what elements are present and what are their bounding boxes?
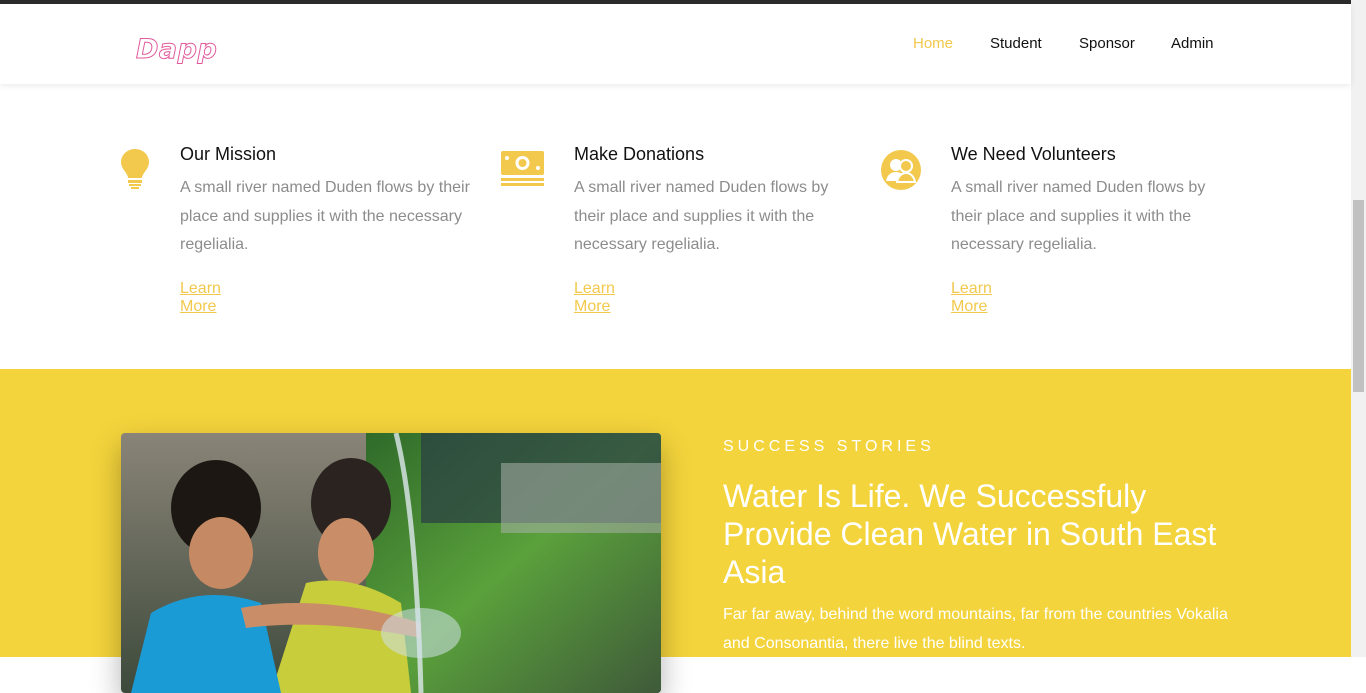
feature-text: A small river named Duden flows by their… xyxy=(180,179,470,253)
feature-title: We Need Volunteers xyxy=(951,144,1116,164)
feature-title: Our Mission xyxy=(180,144,277,164)
section-kicker: SUCCESS STORIES xyxy=(723,438,935,455)
nav-home[interactable]: Home xyxy=(913,35,953,52)
success-stories-section: SUCCESS STORIES Water Is Life. We Succes… xyxy=(0,369,1351,693)
brand-logo[interactable]: Dapp xyxy=(135,34,217,66)
learn-more-link[interactable]: Learn More xyxy=(951,280,992,316)
learn-more-link[interactable]: Learn More xyxy=(180,280,221,316)
navbar: Dapp Home Student Sponsor Admin xyxy=(0,4,1351,84)
section-headline: Water Is Life. We Successfuly Provide Cl… xyxy=(723,478,1217,590)
scrollbar-thumb[interactable] xyxy=(1353,200,1364,392)
section-text: Far far away, behind the word mountains,… xyxy=(723,606,1228,652)
page-scrollbar[interactable] xyxy=(1351,0,1366,657)
feature-text: A small river named Duden flows by their… xyxy=(574,179,829,253)
feature-title: Make Donations xyxy=(574,144,705,164)
learn-more-link[interactable]: Learn More xyxy=(574,280,615,316)
nav-admin[interactable]: Admin xyxy=(1171,35,1214,52)
nav-student[interactable]: Student xyxy=(990,35,1042,52)
money-icon xyxy=(501,151,544,186)
feature-text: A small river named Duden flows by their… xyxy=(951,179,1206,253)
nav-sponsor[interactable]: Sponsor xyxy=(1079,35,1135,52)
lightbulb-icon xyxy=(121,149,149,189)
children-water-photo xyxy=(121,433,661,693)
volunteers-icon xyxy=(881,150,921,190)
